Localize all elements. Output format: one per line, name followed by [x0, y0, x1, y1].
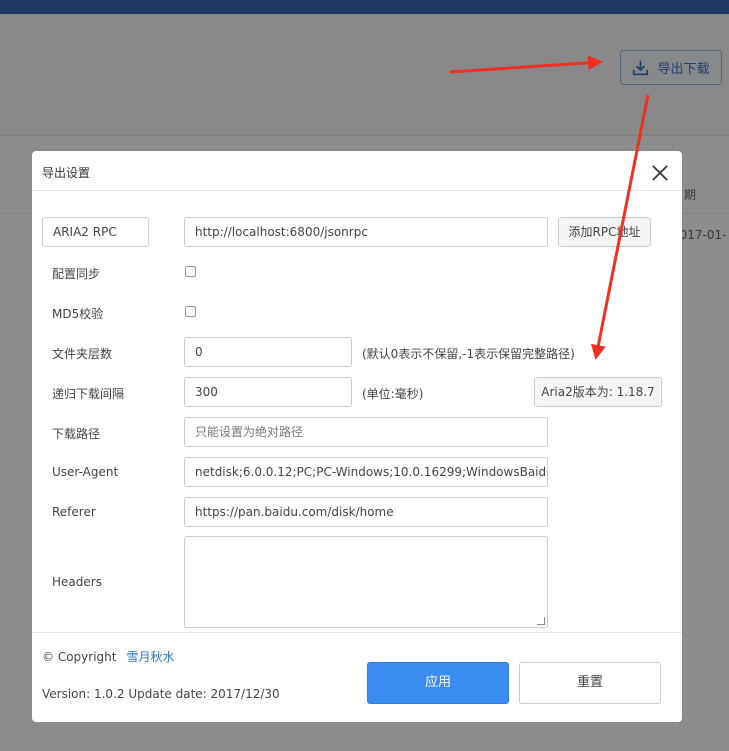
- add-rpc-button[interactable]: 添加RPC地址: [558, 217, 651, 247]
- version-info: Version: 1.0.2 Update date: 2017/12/30: [42, 687, 280, 701]
- folder-depth-label: 文件夹层数: [52, 347, 113, 361]
- referer-label: Referer: [52, 505, 96, 519]
- dialog-header: 导出设置: [32, 151, 682, 191]
- export-settings-dialog: 导出设置 ARIA2 RPC http://localhost:6800/jso…: [32, 151, 682, 722]
- headers-textarea[interactable]: [184, 536, 548, 628]
- resize-handle-icon[interactable]: [537, 617, 545, 625]
- download-path-input[interactable]: 只能设置为绝对路径: [184, 417, 548, 447]
- rpc-url-input[interactable]: http://localhost:6800/jsonrpc: [184, 217, 548, 247]
- aria2-version-button[interactable]: Aria2版本为: 1.18.7: [534, 377, 662, 407]
- folder-depth-hint: (默认0表示不保留,-1表示保留完整路径): [362, 347, 575, 361]
- interval-label: 递归下载间隔: [52, 387, 125, 401]
- user-agent-input[interactable]: netdisk;6.0.0.12;PC;PC-Windows;10.0.1629…: [184, 457, 548, 487]
- copyright-label: © Copyright: [42, 650, 117, 664]
- apply-button[interactable]: 应用: [367, 662, 509, 704]
- dialog-footer: © Copyright 雪月秋水 Version: 1.0.2 Update da…: [32, 632, 682, 722]
- headers-label: Headers: [52, 575, 102, 589]
- md5-label: MD5校验: [52, 307, 104, 321]
- referer-input[interactable]: https://pan.baidu.com/disk/home: [184, 497, 548, 527]
- reset-button[interactable]: 重置: [519, 662, 661, 704]
- interval-input[interactable]: 300: [184, 377, 352, 407]
- folder-depth-input[interactable]: 0: [184, 337, 352, 367]
- md5-checkbox[interactable]: [185, 306, 196, 317]
- sync-checkbox[interactable]: [185, 266, 196, 277]
- user-agent-label: User-Agent: [52, 465, 119, 479]
- copyright-line: © Copyright 雪月秋水: [42, 648, 174, 665]
- interval-hint: (单位:毫秒): [362, 387, 424, 401]
- rpc-name-input[interactable]: ARIA2 RPC: [42, 217, 149, 247]
- sync-label: 配置同步: [52, 267, 101, 281]
- dialog-title: 导出设置: [42, 166, 91, 180]
- close-icon[interactable]: [651, 164, 669, 182]
- download-path-label: 下载路径: [52, 427, 101, 441]
- author-link[interactable]: 雪月秋水: [126, 650, 174, 664]
